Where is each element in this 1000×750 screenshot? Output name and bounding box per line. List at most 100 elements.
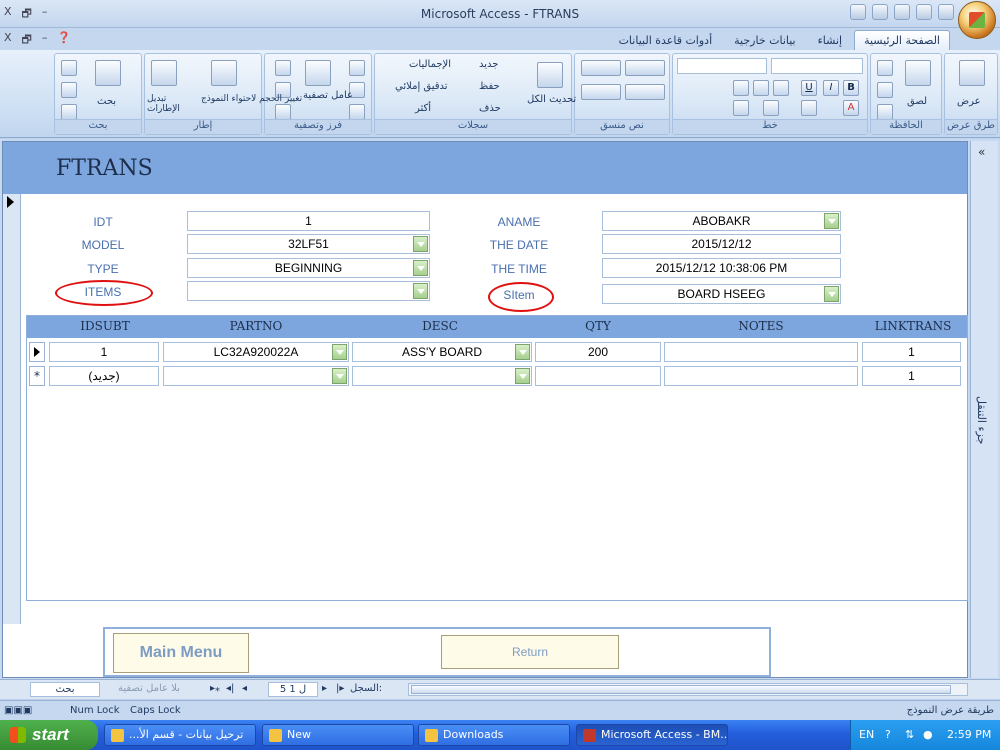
cell-notes[interactable] <box>664 342 858 362</box>
paste-icon[interactable] <box>905 60 931 86</box>
cell-desc[interactable]: ASS'Y BOARD <box>352 342 532 362</box>
view-icon[interactable] <box>959 60 985 86</box>
view-button[interactable]: عرض <box>957 96 981 107</box>
dropdown-arrow-icon[interactable] <box>515 344 530 360</box>
dropdown-arrow-icon[interactable] <box>515 368 530 384</box>
cell-partno-new[interactable] <box>163 366 349 386</box>
security-tray-icon[interactable]: ● <box>923 728 933 741</box>
language-indicator[interactable]: EN <box>859 728 874 741</box>
customize-qat-icon[interactable] <box>850 4 866 20</box>
scrollbar-thumb[interactable] <box>411 685 951 694</box>
dropdown-arrow-icon[interactable] <box>332 344 347 360</box>
network-tray-icon[interactable]: ⇅ <box>905 728 914 741</box>
idt-field[interactable]: 1 <box>187 211 430 231</box>
format-painter-icon[interactable] <box>877 104 893 120</box>
new-record-button[interactable]: جديد <box>479 59 498 70</box>
taskbar-access[interactable]: Microsoft Access - BM... <box>576 724 728 746</box>
nav-previous-icon[interactable]: ▸ <box>322 683 327 694</box>
gridlines-icon[interactable] <box>763 100 779 116</box>
help-icon[interactable]: ❓ <box>57 31 71 50</box>
cell-linktrans-new[interactable]: 1 <box>862 366 961 386</box>
main-menu-button[interactable]: Main Menu <box>113 633 249 673</box>
cell-qty[interactable]: 200 <box>535 342 661 362</box>
dropdown-arrow-icon[interactable] <box>413 236 428 252</box>
tab-database-tools[interactable]: أدوات قاعدة البيانات <box>609 30 723 50</box>
refresh-all-button[interactable]: تحديث الكل <box>527 94 576 105</box>
row-selector-current[interactable] <box>29 342 45 362</box>
paragraph-direction-icon[interactable] <box>581 60 621 76</box>
dropdown-arrow-icon[interactable] <box>824 286 839 302</box>
nav-first-icon[interactable]: |▸ <box>336 683 344 694</box>
taskbar-new-folder[interactable]: New <box>262 724 414 746</box>
model-combo[interactable]: 32LF51 <box>187 234 430 254</box>
font-color-button[interactable]: A <box>843 100 859 116</box>
size-to-fit-icon[interactable] <box>211 60 237 86</box>
office-button[interactable] <box>958 1 996 39</box>
tab-create[interactable]: إنشاء <box>808 30 852 50</box>
align-left-icon[interactable] <box>733 80 749 96</box>
toggle-filter-icon[interactable] <box>275 104 291 120</box>
align-right-icon[interactable] <box>773 80 789 96</box>
expand-pane-icon[interactable]: « <box>978 145 985 159</box>
select-icon[interactable] <box>61 104 77 120</box>
filter-icon[interactable] <box>305 60 331 86</box>
highlight-icon[interactable] <box>581 84 621 100</box>
return-button[interactable]: Return <box>441 635 619 669</box>
save-icon[interactable] <box>938 4 954 20</box>
cell-idsubt[interactable]: 1 <box>49 342 159 362</box>
type-combo[interactable]: BEGINNING <box>187 258 430 278</box>
align-center-icon[interactable] <box>753 80 769 96</box>
no-filter-indicator[interactable]: بلا عامل تصفية <box>118 683 180 694</box>
refresh-icon[interactable] <box>537 62 563 88</box>
font-name-combo[interactable] <box>677 58 767 74</box>
underline-button[interactable]: U <box>801 80 817 96</box>
doc-minimize-icon[interactable]: – <box>42 31 48 50</box>
items-combo[interactable] <box>187 281 430 301</box>
filter-button[interactable]: عامل تصفية <box>303 90 353 101</box>
alternate-fill-icon[interactable] <box>733 100 749 116</box>
more-button[interactable]: أكثر <box>415 103 431 114</box>
fill-color-icon[interactable] <box>801 100 817 116</box>
delete-record-button[interactable]: حذف <box>479 103 501 114</box>
find-icon[interactable] <box>95 60 121 86</box>
nav-last-icon[interactable]: ◂| <box>226 683 234 694</box>
paste-button[interactable]: لصق <box>907 96 927 107</box>
row-selector-new[interactable]: * <box>29 366 45 386</box>
start-button[interactable]: start <box>0 720 98 750</box>
dropdown-arrow-icon[interactable] <box>413 283 428 299</box>
sitem-combo[interactable]: BOARD HSEEG <box>602 284 841 304</box>
search-box[interactable]: بحث <box>30 682 100 697</box>
replace-icon[interactable] <box>61 60 77 76</box>
doc-close-icon[interactable]: X <box>4 31 12 50</box>
indent-icon[interactable] <box>625 60 665 76</box>
font-size-combo[interactable] <box>771 58 863 74</box>
totals-button[interactable]: الإجماليات <box>409 59 451 70</box>
dropdown-arrow-icon[interactable] <box>413 260 428 276</box>
record-number-box[interactable]: 5 ل 1 <box>268 682 318 697</box>
save-record-button[interactable]: حفظ <box>479 81 500 92</box>
horizontal-scrollbar[interactable] <box>408 683 968 696</box>
cell-qty-new[interactable] <box>535 366 661 386</box>
cut-icon[interactable] <box>877 60 893 76</box>
cell-notes-new[interactable] <box>664 366 858 386</box>
selection-filter-icon[interactable] <box>275 60 291 76</box>
undo-icon[interactable] <box>894 4 910 20</box>
tab-external-data[interactable]: بيانات خارجية <box>724 30 805 50</box>
size-to-fit-button[interactable]: تغيير الحجم لاحتواء النموذج <box>201 94 302 104</box>
cell-desc-new[interactable] <box>352 366 532 386</box>
aname-combo[interactable]: ABOBAKR <box>602 211 841 231</box>
copy-icon[interactable] <box>877 82 893 98</box>
redo-icon[interactable] <box>916 4 932 20</box>
taskbar-downloads[interactable]: Downloads <box>418 724 570 746</box>
doc-restore-icon[interactable]: 🗗 <box>22 31 32 50</box>
the-date-field[interactable]: 2015/12/12 <box>602 234 841 254</box>
taskbar-firefox[interactable]: ...ترحيل بيانات - قسم الأ <box>104 724 256 746</box>
nav-new-record-icon[interactable]: ▸⁎ <box>210 683 220 694</box>
bold-button[interactable]: B <box>843 80 859 96</box>
spelling-button[interactable]: تدقيق إملائي <box>395 81 448 92</box>
dropdown-arrow-icon[interactable] <box>824 213 839 229</box>
nav-next-icon[interactable]: ◂ <box>242 683 247 694</box>
cell-partno[interactable]: LC32A920022A <box>163 342 349 362</box>
tab-home[interactable]: الصفحة الرئيسية <box>854 30 950 50</box>
record-selector[interactable] <box>3 194 21 624</box>
